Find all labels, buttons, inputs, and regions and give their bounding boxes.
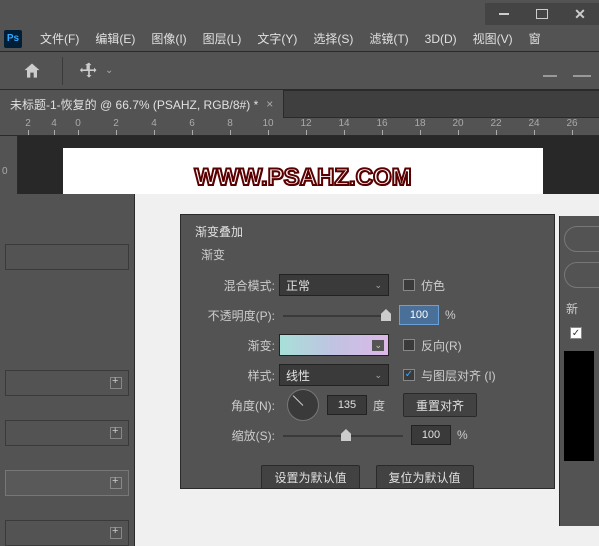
new-style-button[interactable]: 新 [566, 300, 599, 317]
panel-section-label: 渐变 [201, 246, 544, 263]
preview-checkbox[interactable] [570, 327, 582, 339]
plus-icon[interactable] [110, 427, 122, 439]
plus-icon[interactable] [110, 527, 122, 539]
horizontal-ruler: 2 4 0 2 4 6 8 10 12 14 16 18 20 22 24 26 [0, 118, 599, 136]
style-item[interactable] [5, 420, 129, 446]
window-minimize-button[interactable] [485, 3, 523, 25]
opacity-input[interactable]: 100 [399, 305, 439, 325]
document-tab-title: 未标题-1-恢复的 @ 66.7% (PSAHZ, RGB/8#) * [10, 96, 258, 113]
set-default-button[interactable]: 设置为默认值 [261, 465, 359, 489]
angle-label: 角度(N): [191, 397, 279, 414]
dither-label: 仿色 [421, 277, 445, 294]
menu-type[interactable]: 文字(Y) [249, 26, 305, 52]
degree-label: 度 [373, 397, 385, 414]
style-item[interactable] [5, 520, 129, 546]
menu-layer[interactable]: 图层(L) [195, 26, 250, 52]
window-close-button[interactable]: ✕ [561, 3, 599, 25]
move-tool-icon[interactable] [79, 61, 99, 81]
gradient-overlay-panel: 渐变叠加 渐变 混合模式: 正常⌄ 仿色 不透明度(P): 100 % 渐变: … [180, 214, 555, 489]
menu-window[interactable]: 窗 [521, 26, 549, 52]
panel-title: 渐变叠加 [195, 223, 544, 240]
style-label: 样式: [191, 367, 279, 384]
chevron-down-icon: ⌄ [374, 280, 382, 291]
preview-swatch [564, 351, 594, 461]
percent-label: % [445, 308, 456, 322]
dither-checkbox[interactable] [403, 279, 415, 291]
menu-filter[interactable]: 滤镜(T) [361, 26, 416, 52]
close-icon[interactable]: × [266, 97, 273, 111]
tool-preset-dropdown-icon[interactable]: ⌄ [105, 65, 113, 76]
reset-default-button[interactable]: 复位为默认值 [376, 465, 474, 489]
ok-button[interactable] [564, 226, 599, 252]
blend-mode-label: 混合模式: [191, 277, 279, 294]
reset-alignment-button[interactable]: 重置对齐 [403, 393, 477, 417]
menu-image[interactable]: 图像(I) [143, 26, 194, 52]
canvas-text-layer: WWW.PSAHZ.COM [194, 164, 411, 192]
plus-icon[interactable] [110, 477, 122, 489]
document-tab-bar: 未标题-1-恢复的 @ 66.7% (PSAHZ, RGB/8#) * × [0, 90, 599, 118]
reverse-checkbox[interactable] [403, 339, 415, 351]
options-bar: ⌄ [0, 52, 599, 90]
menu-view[interactable]: 视图(V) [465, 26, 521, 52]
document-tab[interactable]: 未标题-1-恢复的 @ 66.7% (PSAHZ, RGB/8#) * × [0, 90, 284, 118]
layer-style-list [0, 194, 135, 546]
toolbar-option-2[interactable] [573, 75, 591, 77]
opacity-label: 不透明度(P): [191, 307, 279, 324]
app-logo-icon: Ps [4, 30, 22, 48]
chevron-down-icon: ⌄ [374, 370, 382, 381]
opacity-slider[interactable] [283, 305, 391, 325]
menu-edit[interactable]: 编辑(E) [87, 26, 143, 52]
style-item[interactable] [5, 244, 129, 270]
gradient-label: 渐变: [191, 337, 279, 354]
scale-label: 缩放(S): [191, 427, 279, 444]
angle-dial[interactable] [287, 389, 319, 421]
blend-mode-select[interactable]: 正常⌄ [279, 274, 389, 296]
menu-file[interactable]: 文件(F) [32, 26, 87, 52]
angle-input[interactable]: 135 [327, 395, 367, 415]
menu-select[interactable]: 选择(S) [305, 26, 361, 52]
style-item[interactable] [5, 370, 129, 396]
home-icon[interactable] [22, 61, 42, 81]
menu-bar: Ps 文件(F) 编辑(E) 图像(I) 图层(L) 文字(Y) 选择(S) 滤… [0, 26, 599, 52]
window-maximize-button[interactable] [523, 3, 561, 25]
chevron-down-icon[interactable]: ⌄ [372, 340, 384, 351]
style-item-selected[interactable] [5, 470, 129, 496]
style-select[interactable]: 线性⌄ [279, 364, 389, 386]
align-layer-checkbox[interactable] [403, 369, 415, 381]
scale-input[interactable]: 100 [411, 425, 451, 445]
menu-3d[interactable]: 3D(D) [417, 26, 465, 52]
percent-label: % [457, 428, 468, 442]
plus-icon[interactable] [110, 377, 122, 389]
dialog-side-panel: 新 [559, 216, 599, 526]
reverse-label: 反向(R) [421, 337, 462, 354]
scale-slider[interactable] [283, 425, 403, 445]
align-layer-label: 与图层对齐 (I) [421, 367, 496, 384]
cancel-button[interactable] [564, 262, 599, 288]
gradient-swatch[interactable]: ⌄ [279, 334, 389, 356]
toolbar-option-1[interactable] [543, 75, 557, 77]
